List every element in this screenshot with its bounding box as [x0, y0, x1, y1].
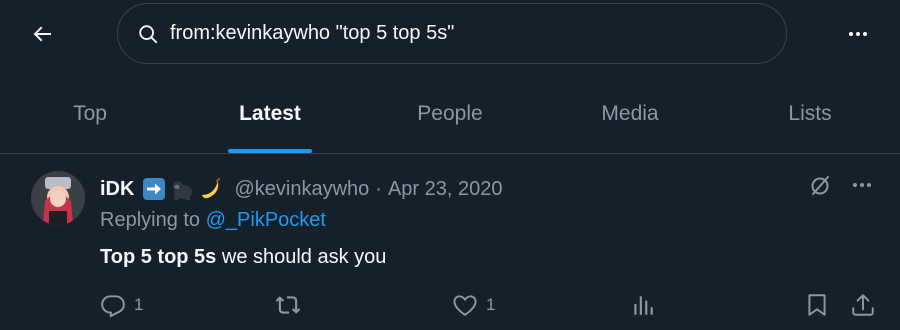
tweet-text-rest: we should ask you [216, 246, 387, 268]
share-button[interactable] [850, 290, 876, 320]
handle[interactable]: @kevinkaywho [234, 178, 369, 201]
reply-button[interactable]: 1 [100, 290, 143, 320]
like-count: 1 [486, 295, 496, 314]
name-emoji [142, 177, 222, 201]
like-button[interactable]: 1 [452, 290, 495, 320]
tab-latest[interactable]: Latest [180, 84, 360, 153]
back-arrow-icon [33, 26, 51, 42]
tweet-actions: 1 1 [0, 290, 900, 320]
right-arrow-icon [143, 178, 166, 200]
search-results-page: from:kevinkaywho "top 5 top 5s" Top Late… [0, 0, 900, 330]
bookmark-icon [808, 294, 826, 316]
tab-label: Latest [239, 102, 301, 125]
search-icon [137, 22, 161, 46]
views-icon [634, 296, 653, 315]
tab-label: Lists [788, 102, 832, 125]
top-bar: from:kevinkaywho "top 5 top 5s" [0, 0, 900, 68]
tweet-text-bold: Top 5 top 5s [100, 246, 217, 268]
banana-icon [202, 178, 221, 199]
tab-label: People [417, 102, 483, 125]
tab-people[interactable]: People [360, 84, 540, 144]
more-horizontal-icon[interactable] [850, 173, 874, 202]
tweet[interactable]: iDK @kevinkaywho · Apr 23, 2020 Replying… [0, 154, 900, 330]
replying-mention[interactable]: @_PikPocket [206, 209, 326, 231]
tab-media[interactable]: Media [540, 84, 720, 144]
bookmark-button[interactable] [804, 290, 830, 320]
tab-top[interactable]: Top [0, 84, 180, 144]
avatar[interactable] [31, 171, 85, 225]
heart-icon [453, 295, 477, 316]
replying-prefix: Replying to [100, 209, 206, 231]
tab-label: Media [601, 102, 659, 125]
display-name[interactable]: iDK [100, 178, 134, 201]
more-horizontal-icon [849, 32, 867, 36]
search-input[interactable]: from:kevinkaywho "top 5 top 5s" [117, 3, 787, 64]
search-query-text[interactable]: from:kevinkaywho "top 5 top 5s" [170, 22, 454, 45]
grok-icon[interactable] [808, 173, 832, 202]
tweet-header: iDK @kevinkaywho · Apr 23, 2020 [100, 175, 502, 203]
replying-to-line: Replying to @_PikPocket [100, 209, 326, 232]
retweet-button[interactable] [274, 290, 310, 320]
reply-icon [101, 295, 125, 318]
gorilla-icon [173, 181, 193, 200]
tweet-date[interactable]: Apr 23, 2020 [388, 178, 503, 201]
retweet-icon [275, 296, 301, 314]
search-tabs: Top Latest People Media Lists [0, 84, 900, 153]
more-options-button[interactable] [838, 14, 878, 54]
tab-lists[interactable]: Lists [720, 84, 900, 144]
tweet-top-actions [808, 173, 874, 202]
reply-count: 1 [134, 295, 144, 314]
share-icon [852, 294, 874, 316]
views-button[interactable] [630, 290, 656, 320]
tweet-text: Top 5 top 5s we should ask you [100, 246, 386, 269]
back-button[interactable] [22, 14, 62, 54]
tab-label: Top [73, 102, 107, 125]
separator-dot: · [375, 177, 382, 200]
